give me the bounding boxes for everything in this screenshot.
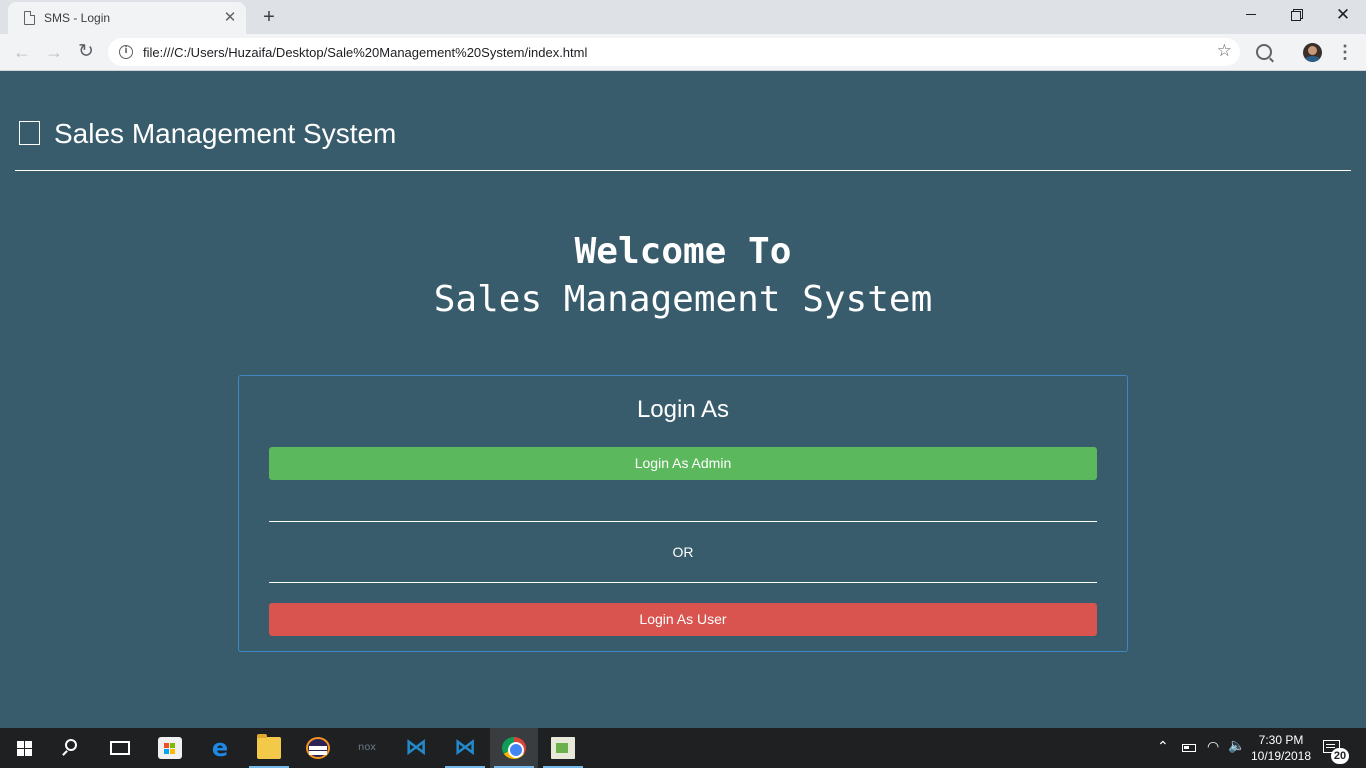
tab-title: SMS - Login xyxy=(44,11,111,25)
window-close-button[interactable]: ✕ xyxy=(1320,0,1366,30)
windows-logo-icon xyxy=(17,741,32,756)
taskbar-chrome[interactable] xyxy=(490,728,538,768)
minimize-button[interactable] xyxy=(1228,0,1274,30)
vscode-icon: ⋈ xyxy=(405,735,427,760)
start-button[interactable] xyxy=(0,728,48,768)
login-card: Login As Login As Admin OR Login As User xyxy=(238,375,1128,652)
restore-button[interactable] xyxy=(1274,0,1320,30)
or-separator: OR xyxy=(672,544,694,560)
taskbar-eclipse[interactable] xyxy=(294,728,342,768)
welcome-heading: Welcome To xyxy=(574,231,792,272)
divider-top xyxy=(269,521,1097,522)
address-bar[interactable]: i file:///C:/Users/Huzaifa/Desktop/Sale%… xyxy=(108,38,1240,66)
search-icon xyxy=(65,739,77,751)
windows-taskbar: e nox ⋈ ⋈ ⌃ ◠ 🔈 7:30 PM 10/19/2018 20 xyxy=(0,728,1366,768)
brand-icon xyxy=(19,121,40,145)
folder-icon xyxy=(257,734,281,759)
chrome-icon xyxy=(502,737,526,759)
system-clock[interactable]: 7:30 PM 10/19/2018 xyxy=(1248,732,1314,764)
back-button[interactable]: ← xyxy=(9,39,35,65)
browser-tab[interactable]: SMS - Login ✕ xyxy=(8,2,246,34)
url-text[interactable]: file:///C:/Users/Huzaifa/Desktop/Sale%20… xyxy=(143,45,587,60)
bookmark-star-icon[interactable]: ☆ xyxy=(1217,41,1232,61)
volume-icon[interactable]: 🔈 xyxy=(1228,738,1245,754)
browser-toolbar: ← → ↻ i file:///C:/Users/Huzaifa/Desktop… xyxy=(0,34,1366,71)
edge-icon: e xyxy=(211,734,229,762)
login-card-title: Login As xyxy=(636,396,730,423)
profile-avatar[interactable] xyxy=(1303,43,1322,62)
divider-bottom xyxy=(269,582,1097,583)
page-content: Sales Management System Welcome To Sales… xyxy=(0,71,1366,728)
nox-icon: nox xyxy=(357,742,377,753)
taskbar-vscode-2[interactable]: ⋈ xyxy=(441,728,489,768)
brand-title[interactable]: Sales Management System xyxy=(54,118,396,150)
taskbar-file-explorer[interactable] xyxy=(245,728,293,768)
page-icon xyxy=(24,11,35,25)
site-info-icon[interactable]: i xyxy=(119,45,133,59)
task-view-icon xyxy=(110,741,130,755)
browser-menu-icon[interactable]: ⋮ xyxy=(1336,39,1354,65)
tab-close-icon[interactable]: ✕ xyxy=(220,8,240,28)
battery-icon[interactable] xyxy=(1182,744,1196,752)
taskbar-vscode[interactable]: ⋈ xyxy=(392,728,440,768)
taskbar-store[interactable] xyxy=(146,728,194,768)
login-admin-button[interactable]: Login As Admin xyxy=(269,447,1097,480)
header-divider xyxy=(15,170,1351,171)
taskbar-notepad[interactable] xyxy=(539,728,587,768)
login-user-button[interactable]: Login As User xyxy=(269,603,1097,636)
taskbar-edge[interactable]: e xyxy=(196,728,244,768)
browser-tab-strip: SMS - Login ✕ + ✕ xyxy=(0,0,1366,34)
forward-button[interactable]: → xyxy=(41,39,67,65)
extension-search-icon[interactable] xyxy=(1256,44,1272,60)
store-icon xyxy=(158,737,182,759)
clock-time: 7:30 PM xyxy=(1258,733,1304,747)
search-button[interactable] xyxy=(48,728,96,768)
system-name-heading: Sales Management System xyxy=(433,279,933,320)
new-tab-button[interactable]: + xyxy=(256,5,282,29)
eclipse-icon xyxy=(306,737,330,759)
task-view-button[interactable] xyxy=(96,728,144,768)
tray-overflow-icon[interactable]: ⌃ xyxy=(1157,739,1169,755)
notepad-icon xyxy=(551,737,575,759)
reload-button[interactable]: ↻ xyxy=(73,39,99,65)
notification-count-badge: 20 xyxy=(1331,748,1349,764)
taskbar-nox[interactable]: nox xyxy=(343,728,391,768)
vscode-icon: ⋈ xyxy=(454,735,476,760)
clock-date: 10/19/2018 xyxy=(1250,749,1312,763)
wifi-icon[interactable]: ◠ xyxy=(1207,739,1219,755)
